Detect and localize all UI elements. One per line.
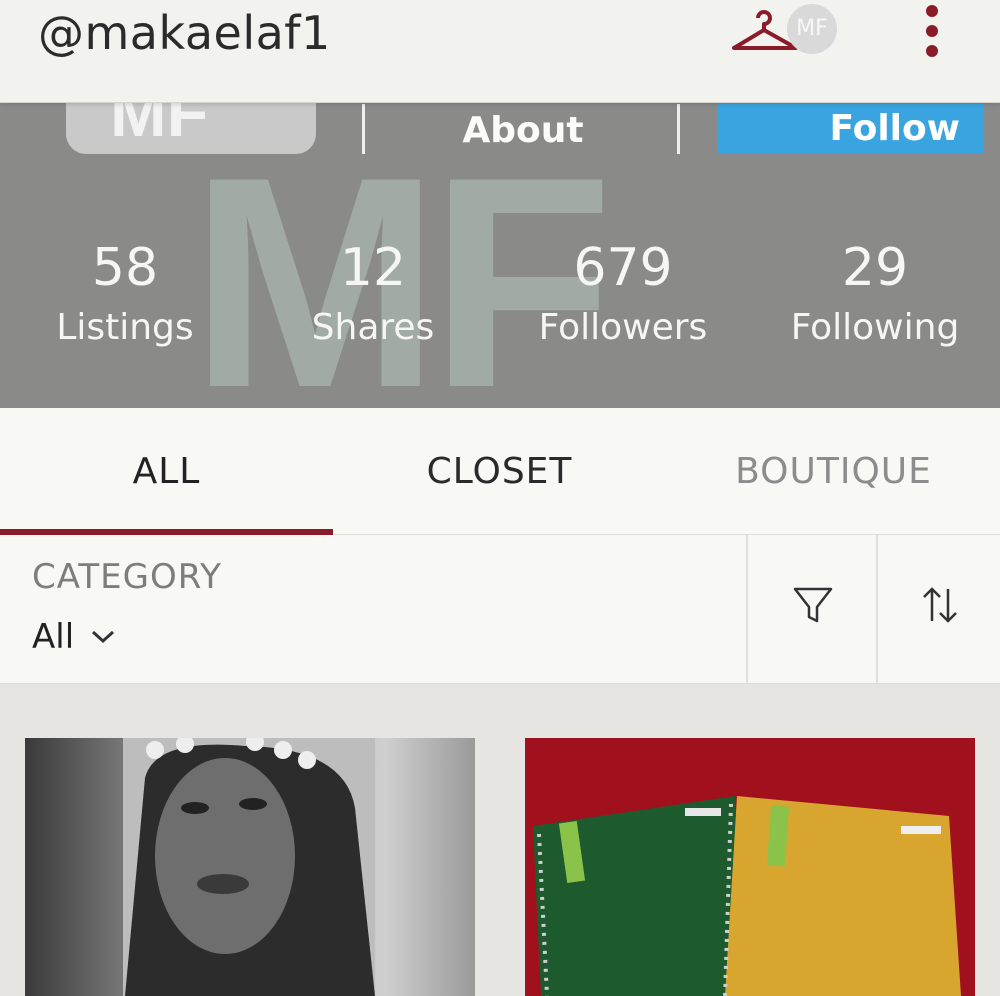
tab-closet[interactable]: CLOSET [333, 408, 666, 534]
profile-banner: MF MF About Follow 58 Listings 12 Shares… [0, 102, 1000, 408]
stat-shares[interactable]: 12 Shares [253, 238, 493, 358]
tab-all[interactable]: ALL [0, 408, 333, 534]
kebab-menu-icon[interactable] [920, 2, 944, 62]
category-dropdown[interactable]: All [32, 617, 116, 657]
stat-followers[interactable]: 679 Followers [503, 238, 743, 358]
profile-avatar-initials: MF [110, 102, 209, 151]
funnel-icon[interactable] [789, 581, 837, 629]
tab-boutique[interactable]: BOUTIQUE [667, 408, 1000, 534]
closet-tabs: ALL CLOSET BOUTIQUE [0, 408, 1000, 535]
about-link[interactable]: About [448, 110, 598, 151]
follow-button[interactable]: Follow [718, 102, 984, 154]
app-header: @makaelaf1 MF [0, 0, 1000, 103]
divider [876, 535, 878, 683]
stat-value: 58 [91, 238, 159, 298]
sort-arrows-icon[interactable] [916, 581, 964, 629]
listing-photo-portrait [25, 738, 475, 996]
chevron-down-icon [92, 630, 115, 644]
user-avatar[interactable]: MF [787, 4, 837, 54]
stat-following[interactable]: 29 Following [755, 238, 995, 358]
divider [362, 104, 365, 154]
stat-listings[interactable]: 58 Listings [5, 238, 245, 358]
category-label: CATEGORY [32, 557, 222, 597]
profile-username: @makaelaf1 [38, 6, 331, 60]
divider [677, 104, 680, 154]
stat-label: Followers [538, 307, 708, 348]
listing-card[interactable] [525, 738, 975, 996]
stat-label: Shares [311, 307, 435, 348]
divider [746, 535, 748, 683]
profile-avatar[interactable]: MF [66, 102, 316, 154]
category-value: All [32, 617, 75, 657]
listing-card[interactable] [25, 738, 475, 996]
listing-photo-notebooks [525, 738, 975, 996]
stat-value: 12 [339, 238, 407, 298]
filter-bar: CATEGORY All [0, 535, 1000, 684]
stat-value: 29 [841, 238, 909, 298]
stat-label: Following [790, 307, 960, 348]
stat-value: 679 [573, 238, 673, 298]
stat-label: Listings [56, 307, 194, 348]
